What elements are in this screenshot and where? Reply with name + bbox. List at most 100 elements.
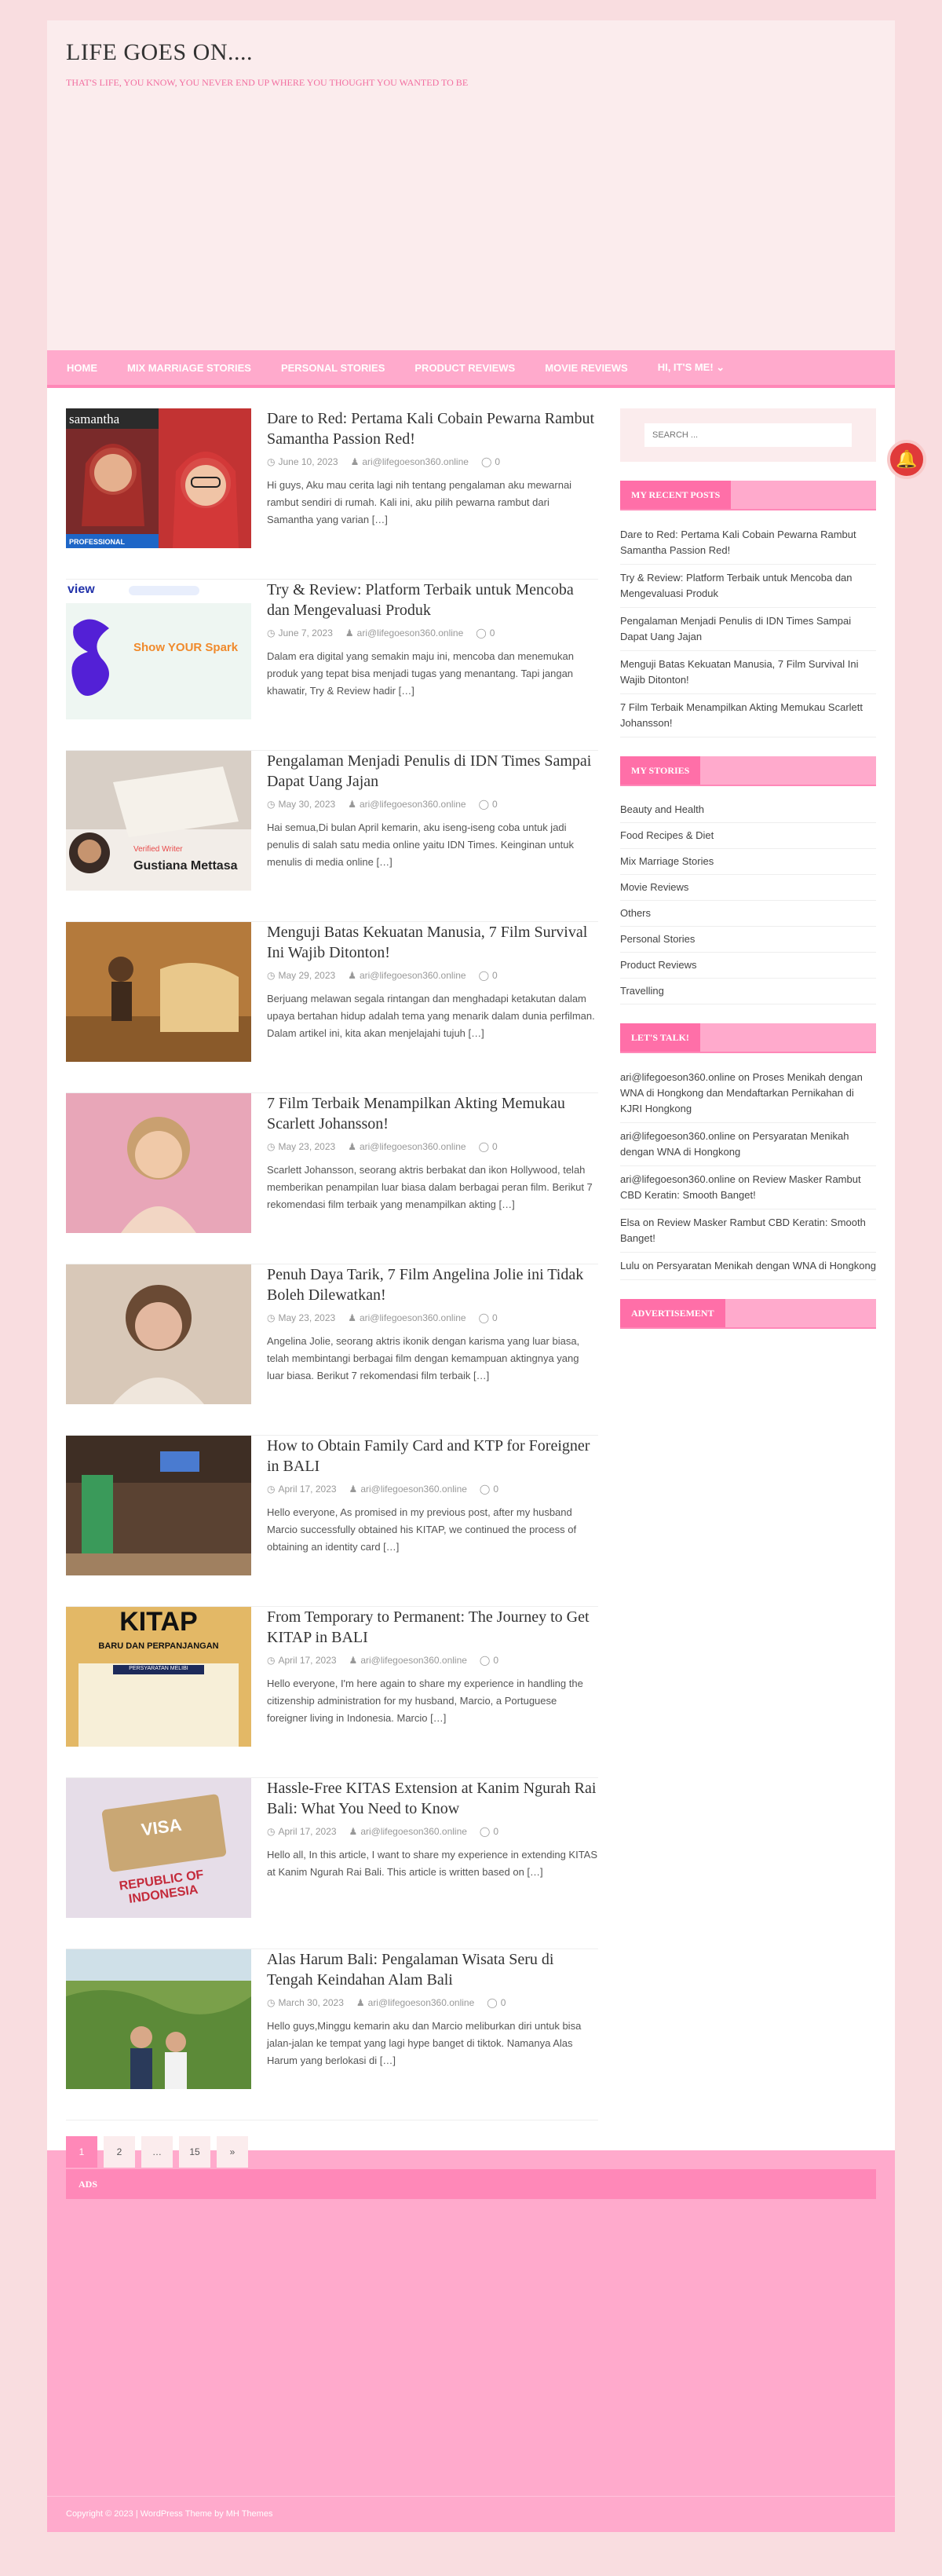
recent-comment[interactable]: Elsa on Review Masker Rambut CBD Keratin… [620,1209,876,1253]
post-thumbnail-family-card[interactable] [66,1436,251,1575]
category-link[interactable]: Mix Marriage Stories [620,849,876,875]
nav-personal-stories[interactable]: PERSONAL STORIES [266,362,400,374]
post-date: May 23, 2023 [278,1312,336,1323]
calendar-icon: ◷ [267,1312,276,1323]
user-icon: ♟ [350,456,360,467]
post-excerpt: Dalam era digital yang semakin maju ini,… [267,650,574,697]
calendar-icon: ◷ [267,1484,276,1495]
page-1[interactable]: 1 [66,2136,97,2168]
post-thumbnail-alas-harum[interactable] [66,1949,251,2089]
post-title[interactable]: Dare to Red: Pertama Kali Cobain Pewarna… [267,408,598,449]
category-link[interactable]: Movie Reviews [620,875,876,901]
post-author[interactable]: ari@lifegoeson360.online [360,1655,467,1666]
category-link[interactable]: Food Recipes & Diet [620,823,876,849]
post-title[interactable]: Menguji Batas Kekuatan Manusia, 7 Film S… [267,922,598,963]
post-comments[interactable]: 0 [492,1312,498,1323]
post-comments[interactable]: 0 [493,1826,498,1837]
post-author[interactable]: ari@lifegoeson360.online [360,1312,466,1323]
post-title[interactable]: 7 Film Terbaik Menampilkan Akting Memuka… [267,1093,598,1134]
post-author[interactable]: ari@lifegoeson360.online [360,970,466,981]
site-title[interactable]: LIFE GOES ON.... [66,39,876,66]
recent-comment[interactable]: ari@lifegoeson360.online on Persyaratan … [620,1123,876,1166]
category-link[interactable]: Others [620,901,876,927]
categories-list: Beauty and Health Food Recipes & Diet Mi… [620,797,876,1004]
category-link[interactable]: Personal Stories [620,927,876,953]
post-author[interactable]: ari@lifegoeson360.online [360,1141,466,1152]
post-comments[interactable]: 0 [493,1655,498,1666]
post-comments[interactable]: 0 [492,970,498,981]
recent-comment[interactable]: Lulu on Persyaratan Menikah dengan WNA d… [620,1253,876,1280]
nav-mix-marriage-stories[interactable]: MIX MARRIAGE STORIES [112,362,266,374]
calendar-icon: ◷ [267,1997,276,2008]
nav-product-reviews[interactable]: PRODUCT REVIEWS [400,362,530,374]
page-next[interactable]: » [217,2136,248,2168]
post-date: May 30, 2023 [278,799,336,810]
copyright: Copyright © 2023 | WordPress Theme by MH… [47,2496,895,2532]
post-item: VISA REPUBLIC OF INDONESIA Hassle-Free K… [66,1778,598,1949]
recent-post-link[interactable]: Menguji Batas Kekuatan Manusia, 7 Film S… [620,651,876,694]
post-comments[interactable]: 0 [501,1997,506,2008]
page-2[interactable]: 2 [104,2136,135,2168]
post-item: Verified Writer Gustiana Mettasa Pengala… [66,751,598,922]
post-thumbnail-idn-times[interactable]: Verified Writer Gustiana Mettasa [66,751,251,891]
thumb-badge: Verified Writer [133,845,183,854]
recent-post-link[interactable]: Pengalaman Menjadi Penulis di IDN Times … [620,608,876,651]
recent-post-link[interactable]: Try & Review: Platform Terbaik untuk Men… [620,565,876,608]
post-title[interactable]: Hassle-Free KITAS Extension at Kanim Ngu… [267,1778,598,1819]
post-comments[interactable]: 0 [493,1484,498,1495]
page-wrapper: LIFE GOES ON.... THAT'S LIFE, YOU KNOW, … [47,20,895,2557]
post-thumbnail-survival-films[interactable] [66,922,251,1062]
post-author[interactable]: ari@lifegoeson360.online [362,456,469,467]
post-meta: ◷ May 30, 2023 ♟ ari@lifegoeson360.online … [267,799,598,810]
bell-icon[interactable]: 🔔 [887,440,926,479]
stories-heading: MY STORIES [620,756,701,785]
post-title[interactable]: From Temporary to Permanent: The Journey… [267,1607,598,1648]
post-title[interactable]: Penuh Daya Tarik, 7 Film Angelina Jolie … [267,1264,598,1305]
post-title[interactable]: How to Obtain Family Card and KTP for Fo… [267,1436,598,1476]
category-link[interactable]: Product Reviews [620,953,876,979]
category-link[interactable]: Travelling [620,979,876,1004]
post-excerpt: Hai semua,Di bulan April kemarin, aku is… [267,821,574,868]
post-title[interactable]: Alas Harum Bali: Pengalaman Wisata Seru … [267,1949,598,1990]
post-excerpt: Hello everyone, I'm here again to share … [267,1678,583,1724]
post-comments[interactable]: 0 [490,628,495,639]
thumb-req: PERSYARATAN MELIBI [129,1666,188,1671]
ads-heading: ADS [66,2169,876,2199]
post-author[interactable]: ari@lifegoeson360.online [360,1484,467,1495]
post-author[interactable]: ari@lifegoeson360.online [360,799,466,810]
post-author[interactable]: ari@lifegoeson360.online [368,1997,475,2008]
post-author[interactable]: ari@lifegoeson360.online [360,1826,467,1837]
nav-movie-reviews[interactable]: MOVIE REVIEWS [530,362,642,374]
post-item: 7 Film Terbaik Menampilkan Akting Memuka… [66,1093,598,1264]
recent-comment[interactable]: ari@lifegoeson360.online on Review Maske… [620,1166,876,1209]
nav-hi-its-me[interactable]: HI, IT'S ME! ⌄ [643,361,739,374]
post-thumbnail-try-review[interactable]: view Show YOUR Spark [66,580,251,719]
thumb-label: view [68,583,95,596]
recent-posts-heading: MY RECENT POSTS [620,481,732,509]
post-comments[interactable]: 0 [495,456,500,467]
recent-posts-list: Dare to Red: Pertama Kali Cobain Pewarna… [620,521,876,737]
post-thumbnail-scarlett-johansson[interactable] [66,1093,251,1233]
category-link[interactable]: Beauty and Health [620,797,876,823]
post-title[interactable]: Try & Review: Platform Terbaik untuk Men… [267,580,598,620]
post-comments[interactable]: 0 [492,799,498,810]
calendar-icon: ◷ [267,628,276,639]
post-thumbnail-kitas-visa[interactable]: VISA REPUBLIC OF INDONESIA [66,1778,251,1918]
site-header: LIFE GOES ON.... THAT'S LIFE, YOU KNOW, … [47,20,895,350]
calendar-icon: ◷ [267,1655,276,1666]
recent-post-link[interactable]: Dare to Red: Pertama Kali Cobain Pewarna… [620,521,876,565]
post-title[interactable]: Pengalaman Menjadi Penulis di IDN Times … [267,751,598,792]
post-author[interactable]: ari@lifegoeson360.online [357,628,464,639]
calendar-icon: ◷ [267,456,276,467]
site-tagline: THAT'S LIFE, YOU KNOW, YOU NEVER END UP … [66,77,469,88]
post-thumbnail-kitap[interactable]: KITAP BARU DAN PERPANJANGAN PERSYARATAN … [66,1607,251,1747]
post-item: Menguji Batas Kekuatan Manusia, 7 Film S… [66,922,598,1093]
recent-comment[interactable]: ari@lifegoeson360.online on Proses Menik… [620,1064,876,1123]
post-comments[interactable]: 0 [492,1141,498,1152]
recent-post-link[interactable]: 7 Film Terbaik Menampilkan Akting Memuka… [620,694,876,737]
search-input[interactable] [644,423,852,447]
post-thumbnail-angelina-jolie[interactable] [66,1264,251,1404]
page-15[interactable]: 15 [179,2136,210,2168]
post-thumbnail-hair-dye[interactable]: samantha PROFESSIONAL [66,408,251,548]
nav-home[interactable]: HOME [52,362,112,374]
